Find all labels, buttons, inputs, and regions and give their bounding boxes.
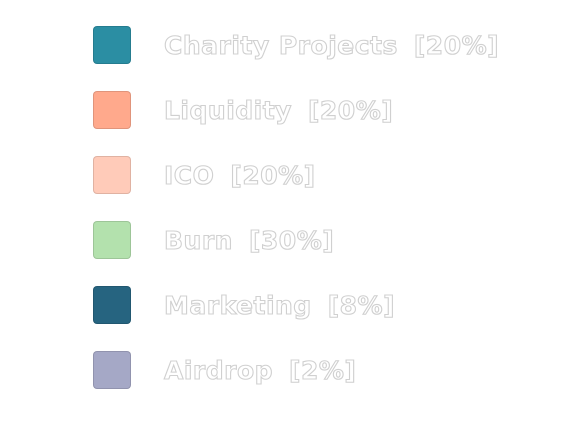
legend-swatch bbox=[93, 26, 131, 64]
legend-name: Burn bbox=[163, 225, 233, 255]
legend-percent: [2%] bbox=[288, 355, 357, 385]
legend-label: Airdrop [2%] bbox=[163, 353, 357, 389]
legend-label: Marketing [8%] bbox=[163, 288, 395, 324]
legend-item-burn[interactable]: Burn [30%] bbox=[93, 221, 553, 261]
legend-item-charity-projects[interactable]: Charity Projects [20%] bbox=[93, 26, 553, 66]
legend-label: ICO [20%] bbox=[163, 158, 316, 194]
legend-name: ICO bbox=[163, 160, 215, 190]
chart-legend: Charity Projects [20%] Liquidity [20%] ICO… bbox=[93, 26, 553, 416]
legend-name: Airdrop bbox=[163, 355, 274, 385]
legend-percent: [8%] bbox=[327, 290, 395, 320]
legend-item-ico[interactable]: ICO [20%] bbox=[93, 156, 553, 196]
legend-name: Charity Projects bbox=[163, 30, 398, 60]
legend-swatch bbox=[93, 91, 131, 129]
legend-name: Liquidity bbox=[163, 95, 292, 125]
legend-name: Marketing bbox=[163, 290, 312, 320]
legend-item-marketing[interactable]: Marketing [8%] bbox=[93, 286, 553, 326]
legend-label: Burn [30%] bbox=[163, 223, 335, 259]
legend-percent: [20%] bbox=[413, 30, 500, 60]
legend-label: Liquidity [20%] bbox=[163, 93, 394, 129]
legend-percent: [20%] bbox=[307, 95, 394, 125]
legend-swatch bbox=[93, 351, 131, 389]
legend-label: Charity Projects [20%] bbox=[163, 28, 500, 64]
legend-item-airdrop[interactable]: Airdrop [2%] bbox=[93, 351, 553, 391]
legend-swatch bbox=[93, 221, 131, 259]
legend-swatch bbox=[93, 286, 131, 324]
legend-percent: [30%] bbox=[248, 225, 335, 255]
legend-swatch bbox=[93, 156, 131, 194]
legend-item-liquidity[interactable]: Liquidity [20%] bbox=[93, 91, 553, 131]
legend-percent: [20%] bbox=[230, 160, 316, 190]
